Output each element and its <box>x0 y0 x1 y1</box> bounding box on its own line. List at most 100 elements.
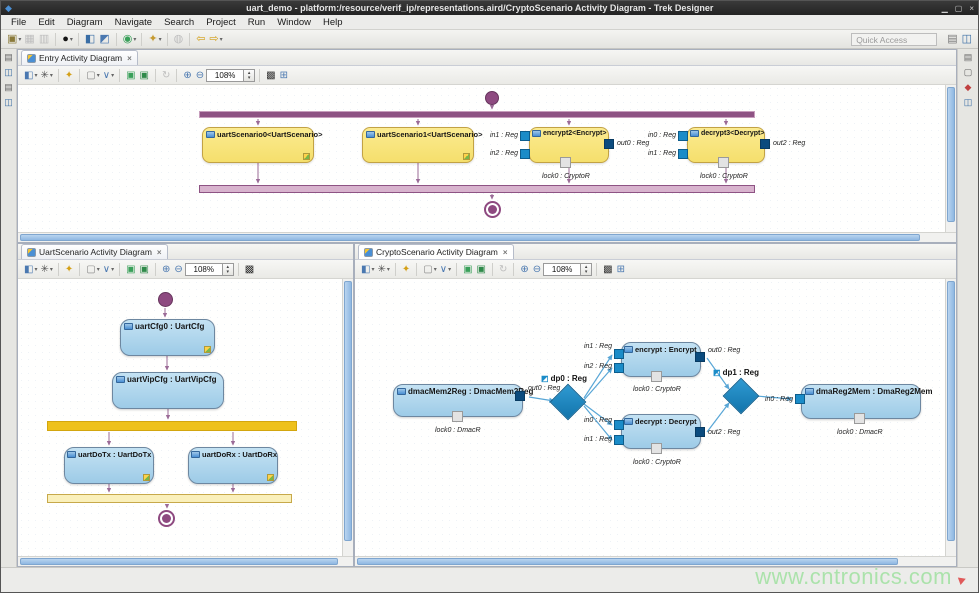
zoom-level-input[interactable]: 108% <box>543 263 581 276</box>
snapshot-icon[interactable]: ▩ <box>266 70 275 81</box>
port-in0[interactable] <box>795 394 805 404</box>
menu-file[interactable]: File <box>5 17 32 28</box>
action-node-uartcfg0[interactable]: uartCfg0 : UartCfg <box>120 319 215 356</box>
zoom-in-icon[interactable]: ⊕ <box>183 70 191 81</box>
router-caret-icon[interactable]: ▾ <box>111 266 114 273</box>
shape-icon[interactable]: ▢ <box>86 70 95 81</box>
port-out0[interactable] <box>604 139 614 149</box>
arrange-icon[interactable]: ◧ <box>361 264 370 275</box>
router-caret-icon[interactable]: ▾ <box>448 266 451 273</box>
filters-caret-icon[interactable]: ▾ <box>50 72 53 79</box>
menu-window[interactable]: Window <box>271 17 317 28</box>
menu-navigate[interactable]: Navigate <box>109 17 159 28</box>
filters-icon[interactable]: ✳ <box>40 70 48 81</box>
port-in0[interactable] <box>614 420 624 430</box>
outline-view-icon[interactable]: ▤ <box>964 52 973 62</box>
copy-image-icon[interactable]: ▣ <box>140 264 149 275</box>
router-icon[interactable]: ∨ <box>440 264 447 275</box>
zoom-out-icon[interactable]: ⊖ <box>174 264 182 275</box>
port-out2[interactable] <box>695 427 705 437</box>
new-wizard-icon[interactable]: ▣ <box>7 34 17 45</box>
wand-icon[interactable]: ✦ <box>148 34 157 45</box>
action-node-uartdorx[interactable]: uartDoRx : UartDoRx <box>188 447 278 484</box>
router-icon[interactable]: ∨ <box>103 264 110 275</box>
tab-entry-activity-diagram[interactable]: Entry Activity Diagram × <box>21 50 138 65</box>
zoom-in-icon[interactable]: ⊕ <box>162 264 170 275</box>
tab-cryptoscenario-activity-diagram[interactable]: CryptoScenario Activity Diagram × <box>358 244 514 259</box>
arrange-icon[interactable]: ◧ <box>24 264 33 275</box>
pin-icon[interactable]: ✦ <box>65 264 73 275</box>
zoom-out-icon[interactable]: ⊖ <box>196 70 204 81</box>
forward-caret-icon[interactable]: ▾ <box>220 36 223 43</box>
join-bar[interactable] <box>47 494 292 503</box>
crypto-diagram-canvas[interactable]: dmacMem2Reg : DmacMem2Reg out0 : Reg loc… <box>355 279 945 556</box>
shape-caret-icon[interactable]: ▾ <box>434 266 437 273</box>
run-caret-icon[interactable]: ▾ <box>70 36 73 43</box>
arrange-caret-icon[interactable]: ▾ <box>371 266 374 273</box>
final-node[interactable] <box>158 510 175 527</box>
maximize-icon[interactable]: ▢ <box>955 4 963 13</box>
console-icon[interactable]: ◧ <box>85 34 95 45</box>
port-lock0[interactable] <box>452 411 463 422</box>
export-image-icon[interactable]: ▣ <box>126 70 135 81</box>
filters-icon[interactable]: ✳ <box>377 264 385 275</box>
port-in2[interactable] <box>614 363 624 373</box>
menu-project[interactable]: Project <box>200 17 242 28</box>
shape-icon[interactable]: ▢ <box>423 264 432 275</box>
port-lock0[interactable] <box>651 371 662 382</box>
arrange-caret-icon[interactable]: ▾ <box>34 266 37 273</box>
snapshot-icon[interactable]: ▩ <box>603 264 612 275</box>
port-in0[interactable] <box>678 131 688 141</box>
zoom-out-icon[interactable]: ⊖ <box>533 264 541 275</box>
port-lock0[interactable] <box>718 157 729 168</box>
validate-caret-icon[interactable]: ▾ <box>133 36 136 43</box>
copy-image-icon[interactable]: ▣ <box>140 70 149 81</box>
stepper-down-icon[interactable]: ▾ <box>585 269 588 275</box>
menu-run[interactable]: Run <box>242 17 271 28</box>
port-in1[interactable] <box>520 131 530 141</box>
entry-diagram-canvas[interactable]: uartScenario0<UartScenario> uartScenario… <box>18 85 945 232</box>
stepper-down-icon[interactable]: ▾ <box>227 269 230 275</box>
tab-close-icon[interactable]: × <box>127 54 132 63</box>
menu-edit[interactable]: Edit <box>32 17 60 28</box>
zoom-stepper[interactable]: ▴▾ <box>223 263 234 276</box>
zoom-stepper[interactable]: ▴▾ <box>581 263 592 276</box>
port-out2[interactable] <box>760 139 770 149</box>
problems-view-icon[interactable]: ◆ <box>965 82 972 92</box>
shape-caret-icon[interactable]: ▾ <box>97 72 100 79</box>
tab-close-icon[interactable]: × <box>503 248 508 257</box>
zoom-level-input[interactable]: 108% <box>185 263 223 276</box>
forward-icon[interactable]: ⇨ <box>209 34 218 45</box>
action-node-uartscenario1[interactable]: uartScenario1<UartScenario> <box>362 127 474 163</box>
pin-icon[interactable]: ✦ <box>402 264 410 275</box>
fastview-icon-1[interactable]: ▤ <box>4 52 13 62</box>
zoom-stepper[interactable]: ▴▾ <box>244 69 255 82</box>
uart-diagram-canvas[interactable]: uartCfg0 : UartCfg uartVipCfg : UartVipC… <box>18 279 342 556</box>
checklist-view-icon[interactable]: ▢ <box>964 67 973 77</box>
back-icon[interactable]: ⇦ <box>196 34 205 45</box>
perspective-other-icon[interactable]: ▤ <box>947 34 957 45</box>
router-caret-icon[interactable]: ▾ <box>111 72 114 79</box>
export-image-icon[interactable]: ▣ <box>126 264 135 275</box>
validate-icon[interactable]: ◉ <box>123 34 133 45</box>
join-bar[interactable] <box>199 185 755 193</box>
zoom-level-input[interactable]: 108% <box>206 69 244 82</box>
port-in1[interactable] <box>614 349 624 359</box>
fastview-icon-4[interactable]: ◫ <box>4 97 13 107</box>
fastview-icon-2[interactable]: ◫ <box>4 67 13 77</box>
entry-horizontal-scrollbar[interactable] <box>18 232 956 242</box>
port-lock0[interactable] <box>854 413 865 424</box>
arrange-icon[interactable]: ◧ <box>24 70 33 81</box>
shape-icon[interactable]: ▢ <box>86 264 95 275</box>
perspective-modeling-icon[interactable]: ◫ <box>962 34 972 45</box>
entry-vertical-scrollbar[interactable] <box>945 85 956 232</box>
arrange-caret-icon[interactable]: ▾ <box>34 72 37 79</box>
close-icon[interactable]: × <box>969 4 974 13</box>
wand-caret-icon[interactable]: ▾ <box>159 36 162 43</box>
port-lock0[interactable] <box>651 443 662 454</box>
menu-search[interactable]: Search <box>158 17 200 28</box>
uart-vertical-scrollbar[interactable] <box>342 279 353 556</box>
grid-icon[interactable]: ⊞ <box>617 264 625 275</box>
port-in1[interactable] <box>614 435 624 445</box>
initial-node[interactable] <box>485 91 499 105</box>
